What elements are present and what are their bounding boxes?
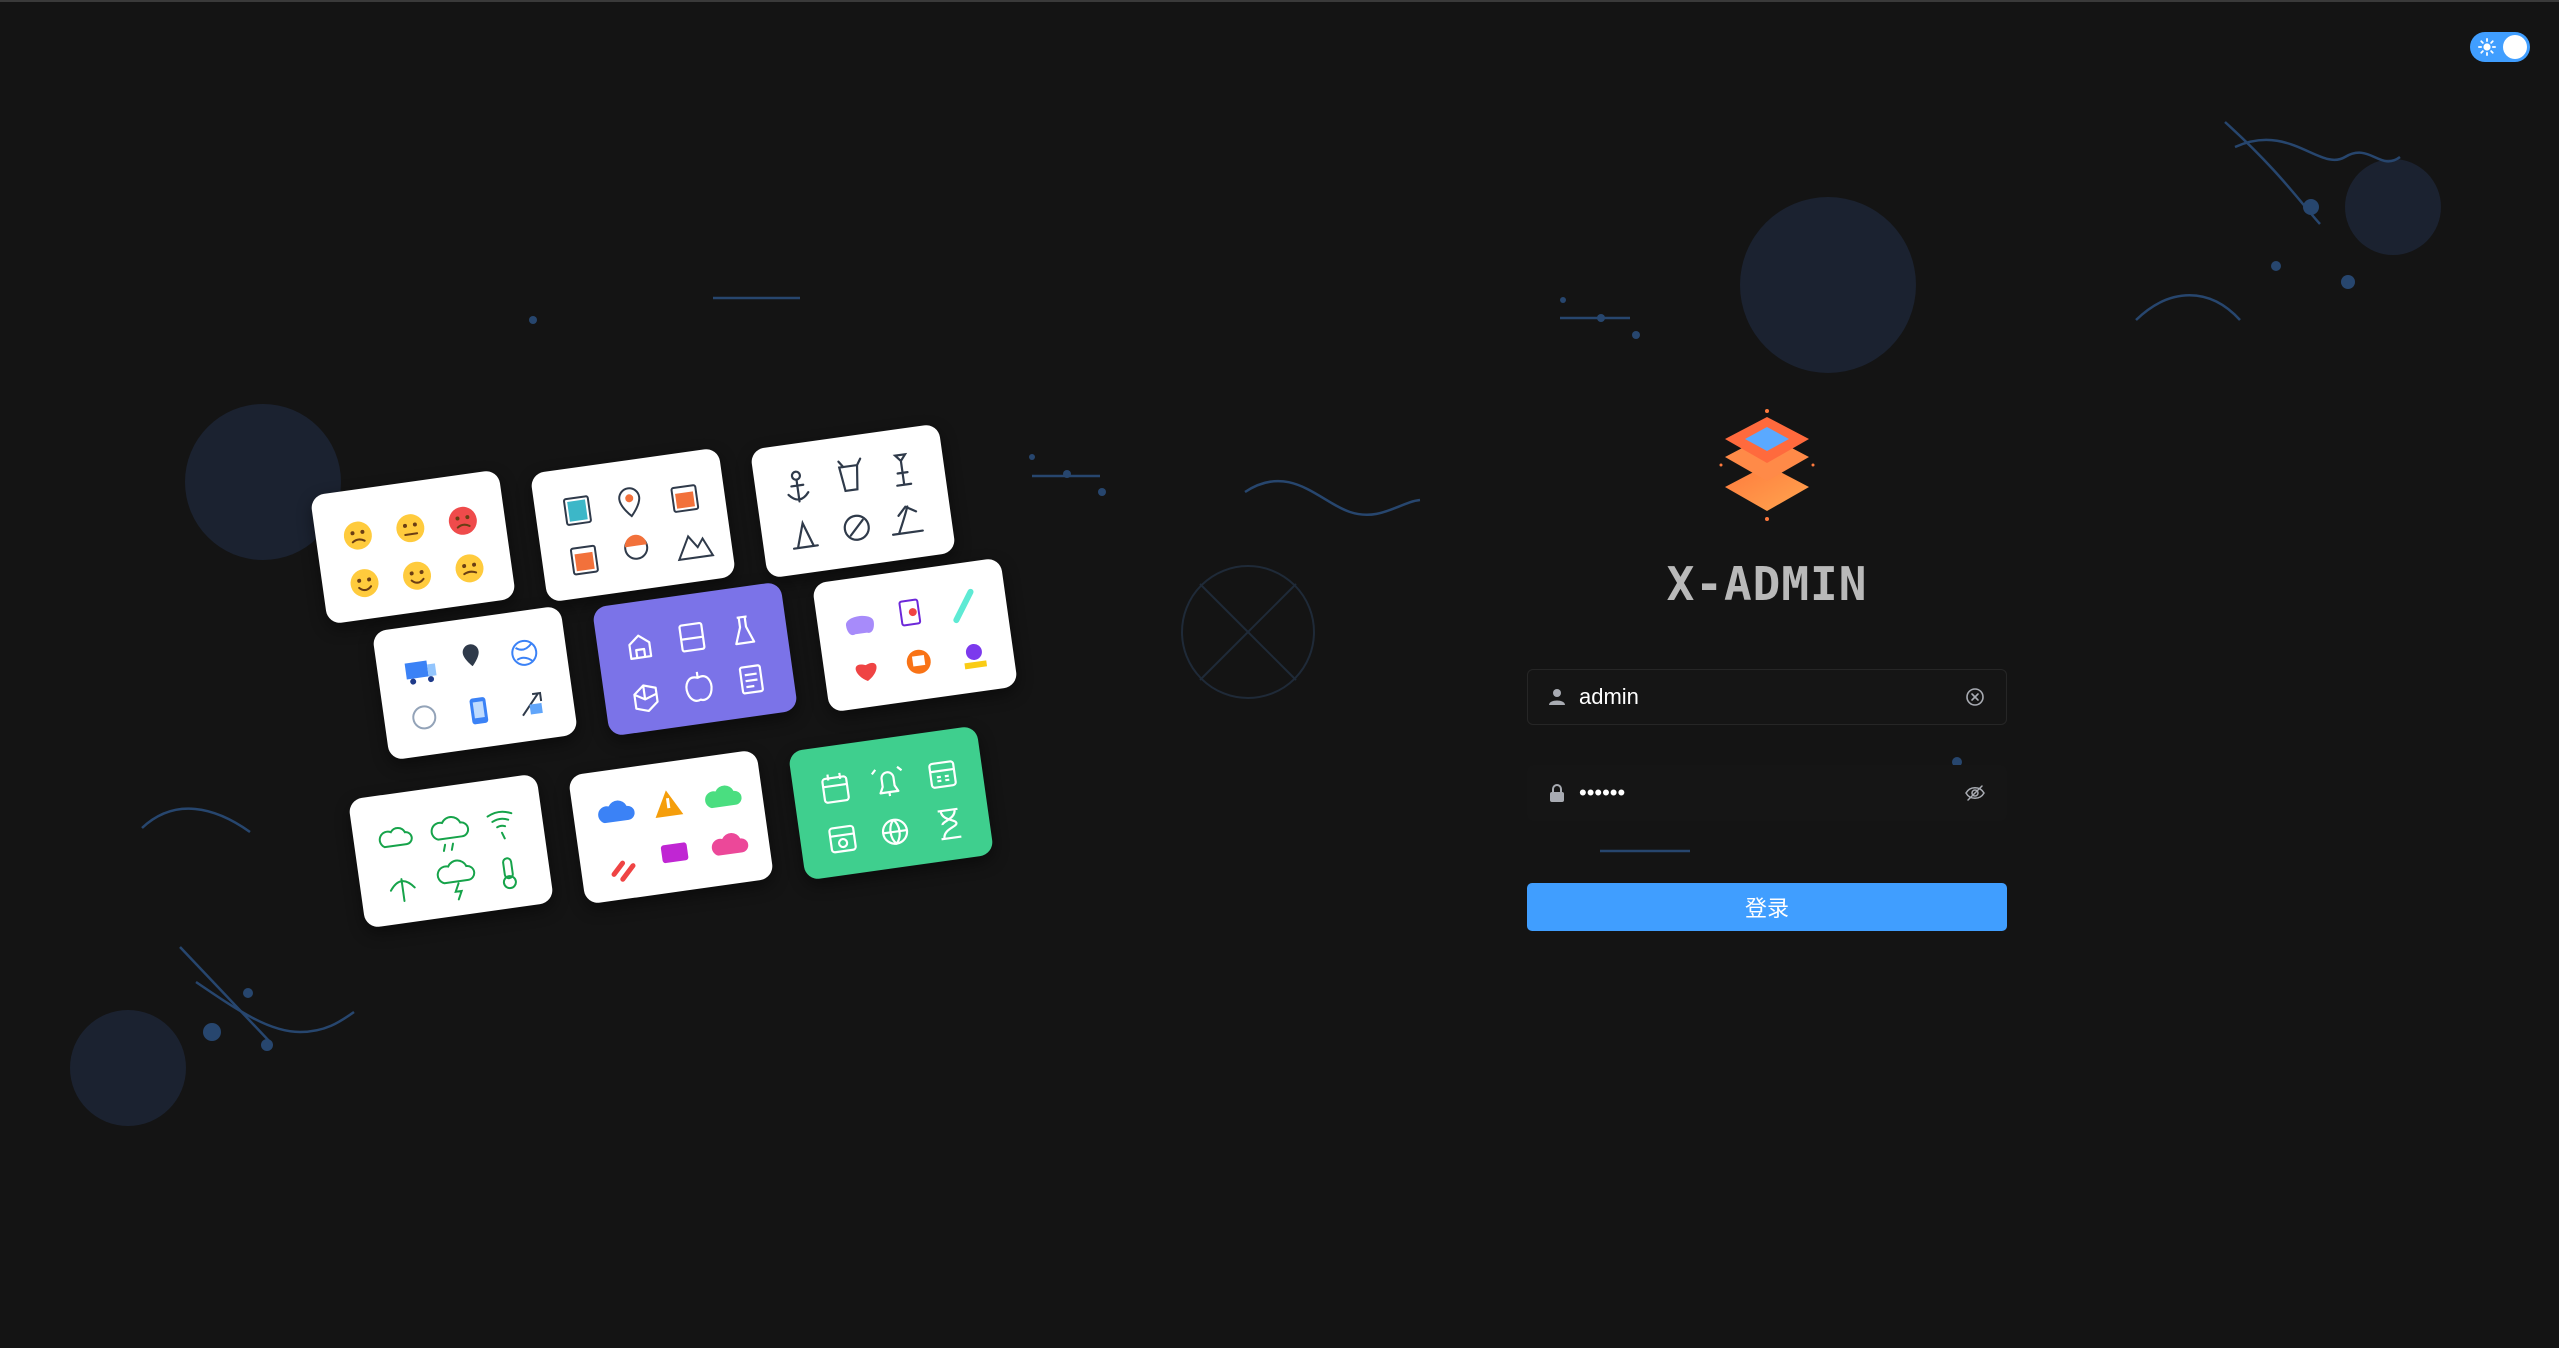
school-icons-card [591, 581, 799, 737]
theme-toggle[interactable] [2470, 32, 2530, 62]
cloud-icons-card [567, 749, 775, 905]
clear-icon[interactable] [1965, 687, 1985, 707]
toggle-knob [2503, 35, 2527, 59]
game-icons-card [811, 557, 1019, 713]
sea-icons-card [749, 423, 957, 579]
delivery-icons-card [371, 605, 579, 761]
username-field[interactable] [1527, 669, 2007, 725]
password-input[interactable] [1579, 765, 1939, 821]
login-page: X-ADMIN 登录 [0, 0, 2559, 1348]
password-field[interactable] [1527, 765, 2007, 821]
login-illustration [309, 402, 1030, 962]
travel-icons-card [529, 447, 737, 603]
eye-off-icon[interactable] [1965, 783, 1985, 803]
app-logo [1719, 409, 1815, 521]
sun-icon [2478, 38, 2496, 56]
user-icon [1549, 689, 1565, 705]
emoji-icons-card [309, 469, 517, 625]
login-button[interactable]: 登录 [1527, 883, 2007, 931]
username-input[interactable] [1579, 669, 1939, 725]
lock-icon [1550, 784, 1564, 802]
calendar-icons-card [787, 725, 995, 881]
app-title: X-ADMIN [1666, 557, 1868, 611]
weather-icons-card [347, 773, 555, 929]
